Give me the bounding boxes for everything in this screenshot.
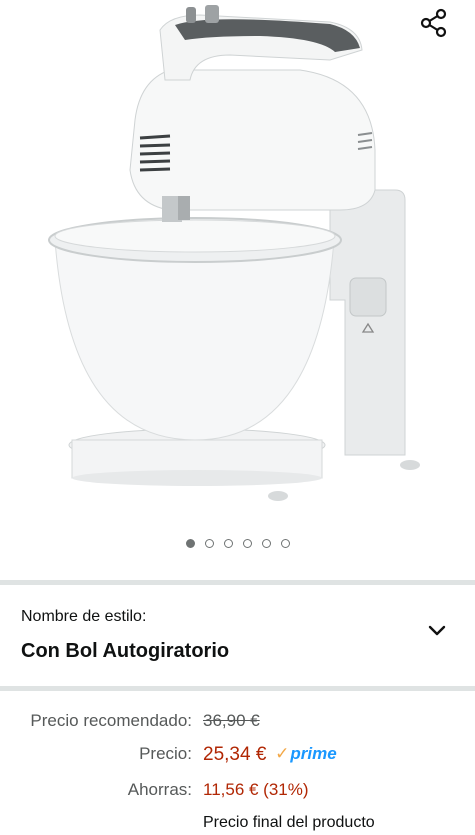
recommended-price-label: Precio recomendado:: [30, 711, 192, 730]
prime-badge[interactable]: ✓prime: [275, 744, 337, 764]
share-icon[interactable]: [419, 8, 449, 38]
carousel-dot-3[interactable]: [223, 539, 233, 548]
section-divider: [0, 686, 475, 691]
carousel-dot-1[interactable]: [185, 539, 195, 548]
price-value: 25,34 €: [203, 744, 267, 765]
section-divider: [0, 580, 475, 585]
carousel-indicator: [0, 539, 475, 548]
carousel-dot-6[interactable]: [280, 539, 290, 548]
carousel-dot-5[interactable]: [261, 539, 271, 548]
savings-label: Ahorras:: [127, 780, 192, 799]
recommended-price-row: Precio recomendado: 36,90 €: [0, 711, 475, 737]
prime-label: prime: [290, 744, 337, 763]
style-value: Con Bol Autogiratorio: [21, 640, 230, 662]
carousel-dot-2[interactable]: [204, 539, 214, 548]
final-price-note: Precio final del producto: [203, 814, 375, 831]
savings-row: Ahorras: 11,56 € (31%): [0, 780, 475, 806]
chevron-down-icon[interactable]: [427, 621, 447, 641]
prime-check-icon: ✓: [275, 744, 290, 763]
price-row: Precio: 25,34 € ✓prime: [0, 744, 475, 770]
savings-value: 11,56 € (31%): [203, 780, 309, 799]
style-label: Nombre de estilo:: [21, 608, 147, 625]
price-label: Precio:: [139, 744, 192, 763]
carousel-dot-4[interactable]: [242, 539, 252, 548]
recommended-price-value: 36,90 €: [203, 711, 260, 730]
price-block: 25,34 € ✓prime: [203, 744, 337, 766]
product-image[interactable]: [0, 0, 475, 520]
